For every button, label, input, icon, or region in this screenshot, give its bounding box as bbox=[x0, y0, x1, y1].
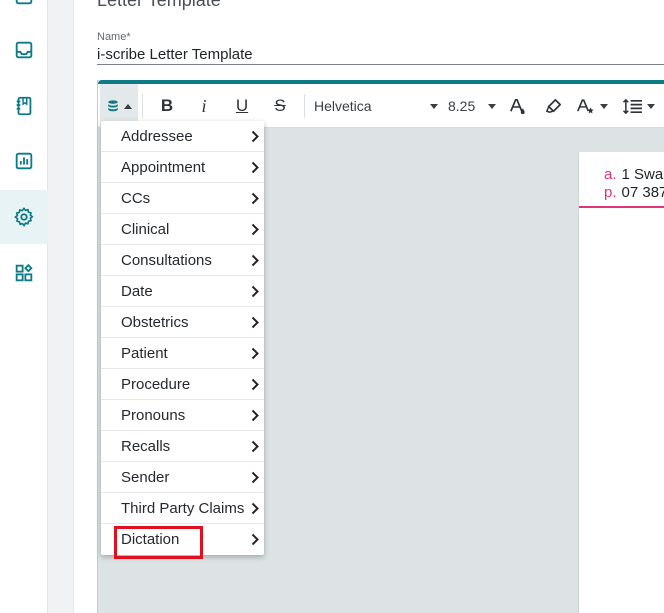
menu-item-sender[interactable]: Sender bbox=[101, 462, 264, 493]
address-key: a. bbox=[604, 166, 617, 183]
chevron-down-icon bbox=[646, 103, 655, 109]
rail-item-notebook[interactable] bbox=[0, 79, 48, 133]
letterhead: a. 1 Swa p. 07 387 bbox=[579, 152, 664, 208]
window-icon bbox=[15, 0, 33, 5]
font-size-select[interactable]: 8.25 bbox=[448, 84, 496, 128]
line-spacing-button[interactable] bbox=[620, 84, 656, 128]
chevron-right-icon bbox=[251, 192, 259, 205]
database-icon bbox=[108, 100, 118, 112]
address-value: 1 Swa bbox=[621, 166, 664, 183]
menu-item-addressee[interactable]: Addressee bbox=[101, 121, 264, 152]
menu-item-procedure[interactable]: Procedure bbox=[101, 369, 264, 400]
menu-item-label: CCs bbox=[121, 189, 151, 207]
chevron-down-icon bbox=[488, 104, 496, 109]
rail-item-settings[interactable] bbox=[0, 190, 48, 244]
chevron-right-icon bbox=[251, 533, 259, 546]
italic-label: i bbox=[201, 95, 207, 116]
chevron-right-icon bbox=[251, 161, 259, 174]
strikethrough-button[interactable]: S bbox=[266, 84, 294, 128]
menu-item-third-party-claims[interactable]: Third Party Claims bbox=[101, 493, 264, 524]
bar-chart-icon bbox=[15, 152, 33, 170]
text-color-button[interactable] bbox=[504, 84, 530, 128]
font-size-value: 8.25 bbox=[448, 98, 476, 114]
menu-item-obstetrics[interactable]: Obstetrics bbox=[101, 307, 264, 338]
menu-item-label: Patient bbox=[121, 344, 168, 362]
menu-item-consultations[interactable]: Consultations bbox=[101, 245, 264, 276]
chevron-down-icon bbox=[430, 104, 438, 109]
menu-item-label: Procedure bbox=[121, 375, 191, 393]
chevron-right-icon bbox=[251, 502, 259, 515]
chevron-right-icon bbox=[251, 440, 259, 453]
chevron-right-icon bbox=[251, 254, 259, 267]
left-nav-rail bbox=[0, 0, 48, 613]
strikethrough-label: S bbox=[274, 96, 286, 115]
rail-item-inbox[interactable] bbox=[0, 23, 48, 77]
phone-value: 07 387 bbox=[621, 184, 664, 201]
menu-item-clinical[interactable]: Clinical bbox=[101, 214, 264, 245]
menu-item-label: Appointment bbox=[121, 158, 206, 176]
menu-item-label: Clinical bbox=[121, 220, 170, 238]
notebook-icon bbox=[16, 96, 32, 116]
toolbar-divider bbox=[142, 94, 143, 118]
merge-fields-menu: Addressee Appointment CCs Clinical Consultat… bbox=[101, 121, 264, 555]
toolbar-divider bbox=[304, 94, 305, 118]
menu-item-date[interactable]: Date bbox=[101, 276, 264, 307]
menu-item-patient[interactable]: Patient bbox=[101, 338, 264, 369]
chevron-right-icon bbox=[251, 130, 259, 143]
bold-label: B bbox=[160, 96, 174, 115]
menu-item-label: Pronouns bbox=[121, 406, 186, 424]
menu-item-label: Sender bbox=[121, 468, 170, 486]
rail-item-reports[interactable] bbox=[0, 134, 48, 188]
chevron-right-icon bbox=[251, 285, 259, 298]
menu-item-appointment[interactable]: Appointment bbox=[101, 152, 264, 183]
chevron-right-icon bbox=[251, 316, 259, 329]
text-style-button[interactable] bbox=[574, 84, 610, 128]
name-field-label: Name* bbox=[97, 31, 131, 43]
menu-item-label: Third Party Claims bbox=[121, 499, 245, 517]
highlight-color-button[interactable] bbox=[540, 84, 566, 128]
underline-label: U bbox=[235, 96, 249, 115]
gear-icon bbox=[14, 207, 34, 227]
menu-item-label: Recalls bbox=[121, 437, 171, 455]
widgets-icon bbox=[15, 263, 33, 282]
chevron-right-icon bbox=[251, 409, 259, 422]
highlighter-icon bbox=[545, 98, 561, 113]
chevron-right-icon bbox=[251, 223, 259, 236]
phone-line: p. 07 387 bbox=[604, 184, 664, 201]
chevron-right-icon bbox=[251, 378, 259, 391]
menu-item-label: Consultations bbox=[121, 251, 212, 269]
app-root: Letter Template Name* B bbox=[0, 0, 664, 613]
page-heading: Letter Template bbox=[97, 0, 221, 10]
chevron-right-icon bbox=[251, 471, 259, 484]
text-color-icon bbox=[509, 98, 525, 114]
menu-item-ccs[interactable]: CCs bbox=[101, 183, 264, 214]
line-spacing-icon bbox=[622, 98, 642, 114]
font-family-value: Helvetica bbox=[314, 98, 372, 114]
rail-gutter bbox=[48, 0, 74, 613]
address-line: a. 1 Swa bbox=[604, 166, 663, 183]
rail-item-widgets[interactable] bbox=[0, 246, 48, 300]
menu-item-pronouns[interactable]: Pronouns bbox=[101, 400, 264, 431]
menu-item-label: Date bbox=[121, 282, 153, 300]
caret-up-icon bbox=[124, 103, 132, 109]
menu-item-label: Obstetrics bbox=[121, 313, 189, 331]
phone-key: p. bbox=[604, 184, 617, 201]
menu-item-recalls[interactable]: Recalls bbox=[101, 431, 264, 462]
inbox-icon bbox=[15, 41, 33, 59]
document-page[interactable]: a. 1 Swa p. 07 387 bbox=[578, 152, 664, 613]
menu-item-dictation[interactable]: Dictation bbox=[101, 524, 264, 555]
menu-item-label: Dictation bbox=[121, 531, 180, 548]
menu-item-label: Addressee bbox=[121, 127, 193, 145]
font-family-select[interactable]: Helvetica bbox=[314, 84, 440, 128]
text-style-icon bbox=[577, 98, 594, 113]
chevron-down-icon bbox=[600, 103, 608, 109]
chevron-right-icon bbox=[251, 347, 259, 360]
name-input[interactable] bbox=[97, 45, 664, 65]
